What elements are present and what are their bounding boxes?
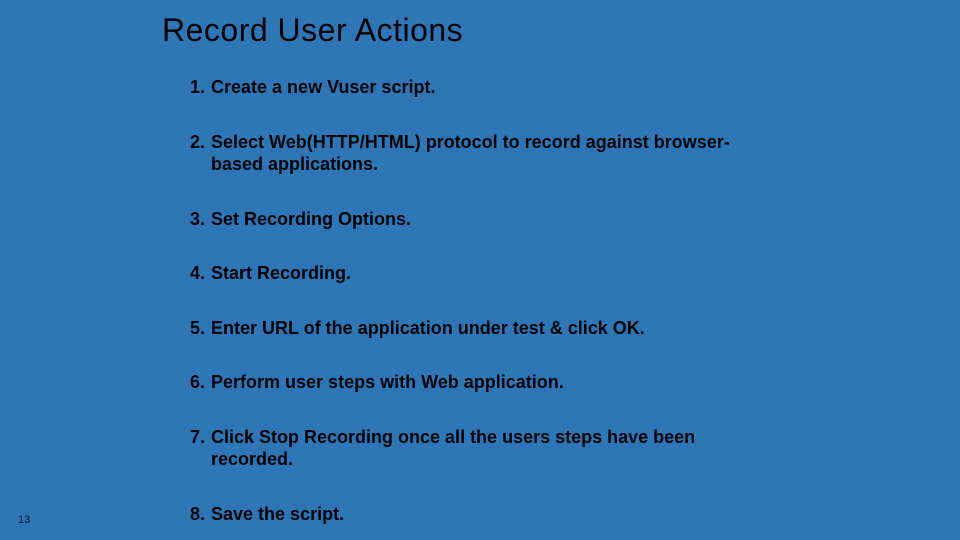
item-number: 8. [190, 503, 205, 526]
slide: Record User Actions 1. Create a new Vuse… [0, 0, 960, 540]
item-number: 4. [190, 262, 205, 285]
page-number: 13 [18, 514, 30, 526]
list-item: 8. Save the script. [190, 503, 750, 526]
item-text: Save the script. [211, 503, 344, 526]
item-text: Enter URL of the application under test … [211, 317, 645, 340]
item-text: Start Recording. [211, 262, 351, 285]
item-text: Perform user steps with Web application. [211, 371, 564, 394]
item-number: 5. [190, 317, 205, 340]
item-number: 3. [190, 208, 205, 231]
item-text: Create a new Vuser script. [211, 76, 435, 99]
item-number: 7. [190, 426, 205, 471]
slide-title: Record User Actions [162, 12, 463, 49]
list-item: 3. Set Recording Options. [190, 208, 750, 231]
item-number: 2. [190, 131, 205, 176]
list-item: 1. Create a new Vuser script. [190, 76, 750, 99]
item-text: Click Stop Recording once all the users … [211, 426, 750, 471]
steps-list: 1. Create a new Vuser script. 2. Select … [190, 76, 750, 540]
list-item: 6. Perform user steps with Web applicati… [190, 371, 750, 394]
item-number: 1. [190, 76, 205, 99]
item-text: Set Recording Options. [211, 208, 411, 231]
list-item: 4. Start Recording. [190, 262, 750, 285]
list-item: 5. Enter URL of the application under te… [190, 317, 750, 340]
list-item: 7. Click Stop Recording once all the use… [190, 426, 750, 471]
item-number: 6. [190, 371, 205, 394]
item-text: Select Web(HTTP/HTML) protocol to record… [211, 131, 750, 176]
list-item: 2. Select Web(HTTP/HTML) protocol to rec… [190, 131, 750, 176]
